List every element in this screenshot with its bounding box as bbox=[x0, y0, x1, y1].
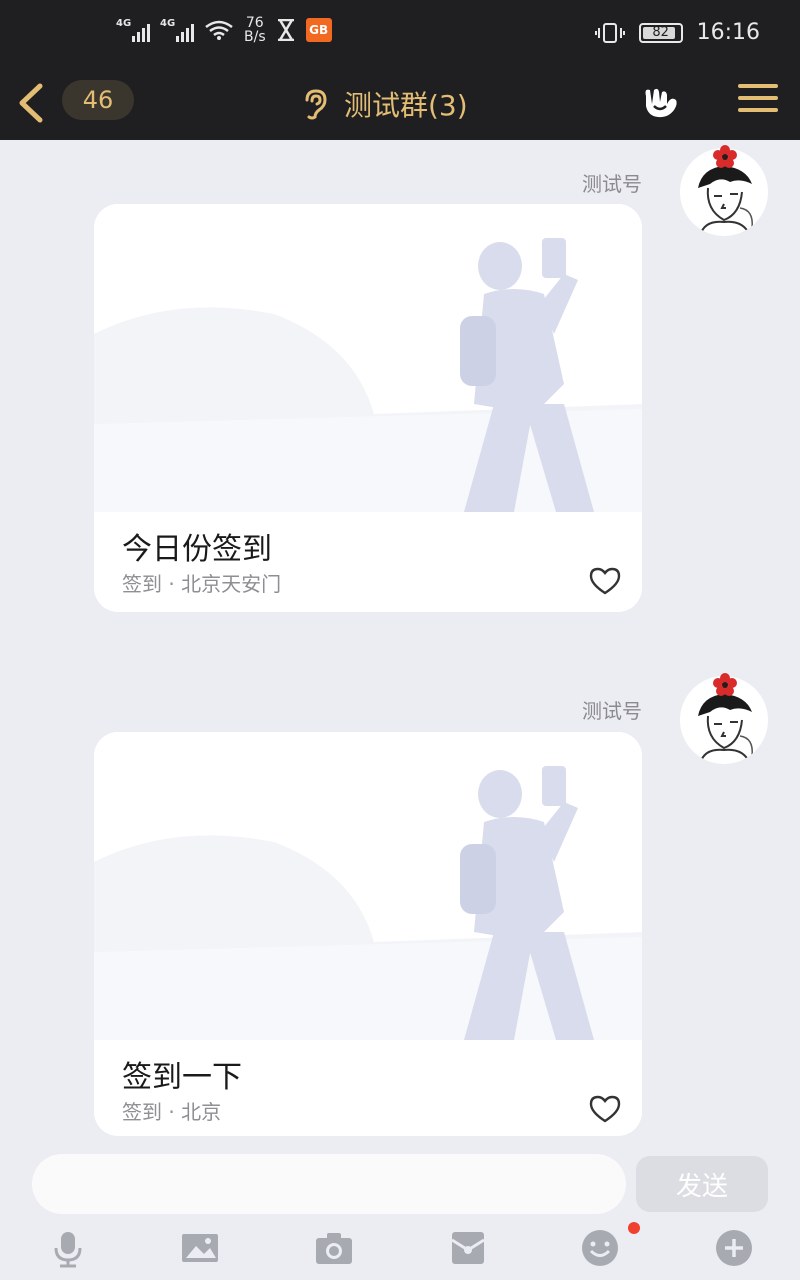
checkin-card[interactable]: 签到一下 签到 · 北京 bbox=[94, 732, 642, 1136]
clock: 16:16 bbox=[696, 20, 760, 45]
flower-icon bbox=[713, 673, 737, 696]
menu-icon[interactable] bbox=[738, 84, 778, 114]
card-subtitle: 签到 · 北京天安门 bbox=[122, 572, 282, 596]
wifi-icon bbox=[205, 20, 233, 40]
microphone-icon[interactable] bbox=[48, 1228, 88, 1268]
battery-level: 82 bbox=[652, 25, 669, 40]
send-button[interactable]: 发送 bbox=[636, 1156, 768, 1212]
sender-name: 测试号 bbox=[582, 172, 642, 196]
signal-icon-sim1: 4G bbox=[116, 18, 150, 42]
chat-title: 测试群(3) bbox=[344, 89, 468, 122]
ear-icon bbox=[305, 89, 327, 120]
plus-icon[interactable] bbox=[714, 1228, 754, 1268]
chat-header: 46 测试群(3) bbox=[0, 66, 800, 140]
network-speed-unit: B/s bbox=[244, 29, 266, 45]
network-speed: 76 B/s bbox=[244, 16, 266, 44]
hourglass-icon bbox=[277, 19, 294, 41]
app-notification-icon: GB bbox=[305, 18, 332, 42]
network-speed-value: 76 bbox=[245, 15, 264, 31]
checkin-card[interactable]: 今日份签到 签到 · 北京天安门 bbox=[94, 204, 642, 612]
checkin-illustration bbox=[94, 204, 642, 512]
flower-icon bbox=[713, 145, 737, 168]
card-title: 签到一下 bbox=[122, 1060, 242, 1095]
heart-icon[interactable] bbox=[588, 1094, 622, 1124]
camera-icon[interactable] bbox=[314, 1228, 354, 1268]
card-title: 今日份签到 bbox=[122, 532, 272, 567]
hand-gesture-icon[interactable] bbox=[640, 82, 684, 122]
vibrate-icon bbox=[594, 22, 625, 43]
red-packet-icon[interactable] bbox=[448, 1228, 488, 1268]
image-icon[interactable] bbox=[180, 1228, 220, 1268]
unread-count-badge[interactable]: 46 bbox=[62, 80, 134, 120]
emoji-icon[interactable] bbox=[580, 1228, 620, 1268]
card-subtitle: 签到 · 北京 bbox=[122, 1100, 222, 1124]
heart-icon[interactable] bbox=[588, 566, 622, 596]
notification-dot bbox=[628, 1222, 640, 1234]
signal-icon-sim2: 4G bbox=[160, 18, 194, 42]
sender-name: 测试号 bbox=[582, 699, 642, 723]
battery-icon: 82 bbox=[638, 22, 683, 43]
chat-title-group[interactable]: 测试群(3) bbox=[300, 84, 468, 124]
input-toolbar bbox=[0, 1224, 800, 1280]
checkin-illustration bbox=[94, 732, 642, 1040]
network-type-1: 4G bbox=[116, 18, 132, 29]
message-input[interactable] bbox=[32, 1154, 626, 1214]
back-arrow-icon[interactable] bbox=[12, 82, 48, 124]
network-type-2: 4G bbox=[160, 18, 176, 29]
status-bar: 4G 4G 76 B/s GB 82 16:16 bbox=[0, 0, 800, 66]
